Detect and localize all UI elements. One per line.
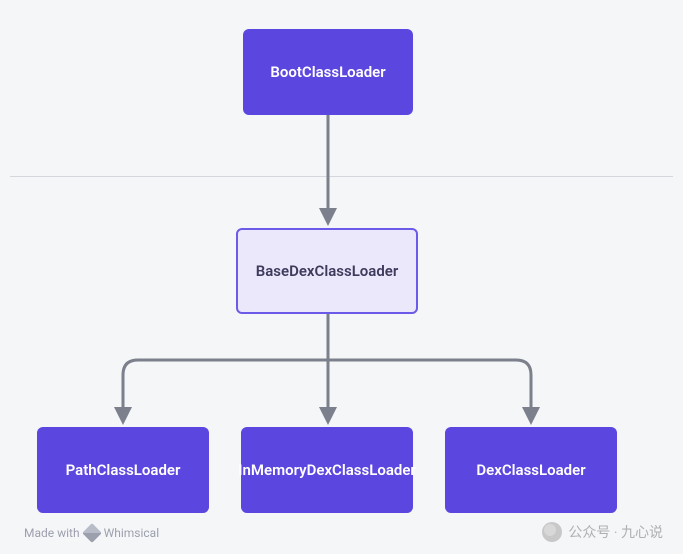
node-label: BaseDexClassLoader xyxy=(256,262,399,280)
node-inmemorydexclassloader: InMemoryDexClassLoader xyxy=(241,427,413,513)
node-basedexclassloader: BaseDexClassLoader xyxy=(236,228,418,314)
made-with-label: Made with xyxy=(24,526,80,540)
node-bootclassloader: BootClassLoader xyxy=(243,29,413,115)
edge-base-to-path xyxy=(123,360,328,422)
wechat-label: 公众号 · 九心说 xyxy=(568,522,663,542)
edge-base-to-dex xyxy=(328,360,531,422)
node-label: BootClassLoader xyxy=(270,63,385,81)
node-label: DexClassLoader xyxy=(476,461,585,479)
node-dexclassloader: DexClassLoader xyxy=(445,427,617,513)
brand-label: Whimsical xyxy=(104,526,160,540)
watermark-whimsical: Made with Whimsical xyxy=(24,526,159,540)
wechat-icon xyxy=(542,522,562,542)
whimsical-icon xyxy=(82,523,102,543)
node-label: PathClassLoader xyxy=(66,461,181,479)
section-divider xyxy=(10,176,673,177)
node-pathclassloader: PathClassLoader xyxy=(37,427,209,513)
watermark-wechat: 公众号 · 九心说 xyxy=(542,522,663,542)
node-label: InMemoryDexClassLoader xyxy=(238,461,416,479)
